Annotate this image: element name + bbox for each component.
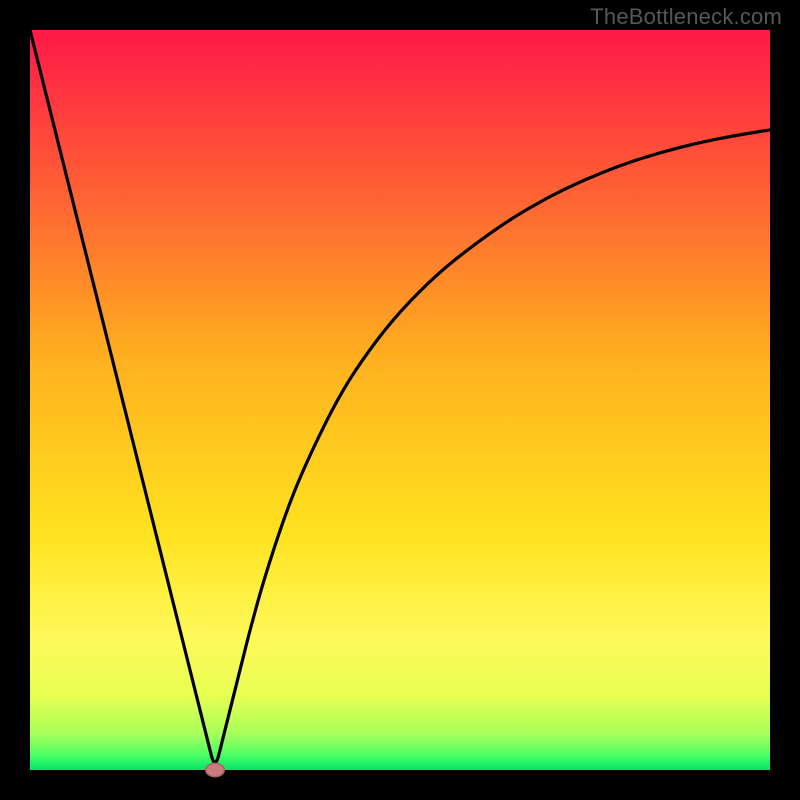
- optimal-point-marker: [205, 763, 225, 778]
- watermark-text: TheBottleneck.com: [590, 4, 782, 30]
- gradient-background: [30, 30, 770, 770]
- bottleneck-chart: [30, 30, 770, 770]
